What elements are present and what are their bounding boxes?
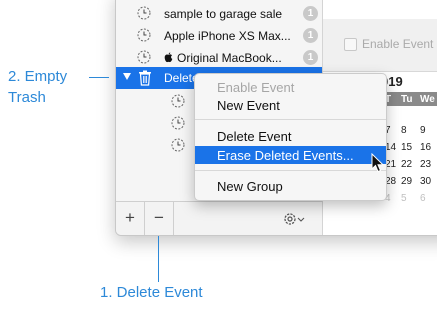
calendar-day[interactable]: 23 bbox=[420, 159, 431, 170]
trash-icon bbox=[139, 70, 151, 86]
sidebar-item-label: Original MacBook... bbox=[177, 51, 282, 65]
clock-icon bbox=[171, 116, 185, 130]
remove-button[interactable]: − bbox=[145, 202, 174, 235]
clock-icon bbox=[171, 94, 185, 108]
calendar-day[interactable]: 16 bbox=[420, 142, 431, 153]
enable-event-checkbox[interactable] bbox=[344, 38, 357, 51]
add-button[interactable]: + bbox=[116, 202, 145, 235]
annotation-delete-event: 1. Delete Event bbox=[100, 284, 203, 301]
context-menu: Enable Event New Event Delete Event Eras… bbox=[194, 73, 387, 201]
sidebar-toolbar: + − bbox=[116, 201, 322, 235]
menu-item-delete-event[interactable]: Delete Event bbox=[195, 127, 386, 145]
calendar-weekday: Tu bbox=[401, 94, 413, 105]
count-badge: 1 bbox=[303, 50, 318, 65]
sidebar-item[interactable]: sample to garage sale 1 bbox=[116, 3, 322, 25]
mouse-pointer-icon bbox=[371, 153, 385, 173]
menu-item-new-group[interactable]: New Group bbox=[195, 177, 386, 195]
calendar-day[interactable]: 22 bbox=[401, 159, 412, 170]
clock-icon bbox=[171, 138, 185, 152]
sidebar-item-label: Apple iPhone XS Max... bbox=[164, 29, 291, 43]
calendar-day[interactable]: 15 bbox=[401, 142, 412, 153]
calendar-day[interactable]: 8 bbox=[401, 125, 407, 136]
calendar-day[interactable]: 6 bbox=[420, 193, 426, 204]
annotation-empty-trash-line2: Trash bbox=[8, 89, 46, 106]
clock-icon bbox=[137, 50, 151, 64]
sidebar-item-label: sample to garage sale bbox=[164, 7, 283, 21]
calendar-day[interactable]: 29 bbox=[401, 176, 412, 187]
annotation-leader-line bbox=[158, 236, 159, 282]
annotation-leader-line bbox=[89, 77, 109, 78]
clock-icon bbox=[137, 28, 151, 42]
enable-event-label: Enable Event bbox=[362, 37, 434, 51]
gear-icon[interactable] bbox=[282, 211, 306, 227]
disclosure-triangle-icon[interactable] bbox=[123, 73, 131, 80]
sidebar-item[interactable]: Original MacBook... 1 bbox=[116, 47, 322, 69]
menu-item-enable-event: Enable Event bbox=[217, 80, 295, 95]
apple-logo-icon bbox=[164, 52, 173, 63]
calendar-weekday: We bbox=[420, 94, 435, 105]
count-badge: 1 bbox=[303, 28, 318, 43]
menu-separator bbox=[195, 170, 386, 171]
calendar-day[interactable]: 9 bbox=[420, 125, 426, 136]
count-badge: 1 bbox=[303, 6, 318, 21]
clock-icon bbox=[137, 6, 151, 20]
menu-separator bbox=[195, 119, 386, 120]
detail-header: Enable Event bbox=[323, 19, 437, 72]
annotation-empty-trash: 2. Empty bbox=[8, 68, 68, 85]
menu-item-new-event[interactable]: New Event bbox=[195, 96, 386, 114]
sidebar-item[interactable]: Apple iPhone XS Max... 1 bbox=[116, 25, 322, 47]
calendar-day[interactable]: 5 bbox=[401, 193, 407, 204]
menu-item-erase-deleted-events[interactable]: Erase Deleted Events... bbox=[195, 146, 386, 164]
calendar-day[interactable]: 30 bbox=[420, 176, 431, 187]
